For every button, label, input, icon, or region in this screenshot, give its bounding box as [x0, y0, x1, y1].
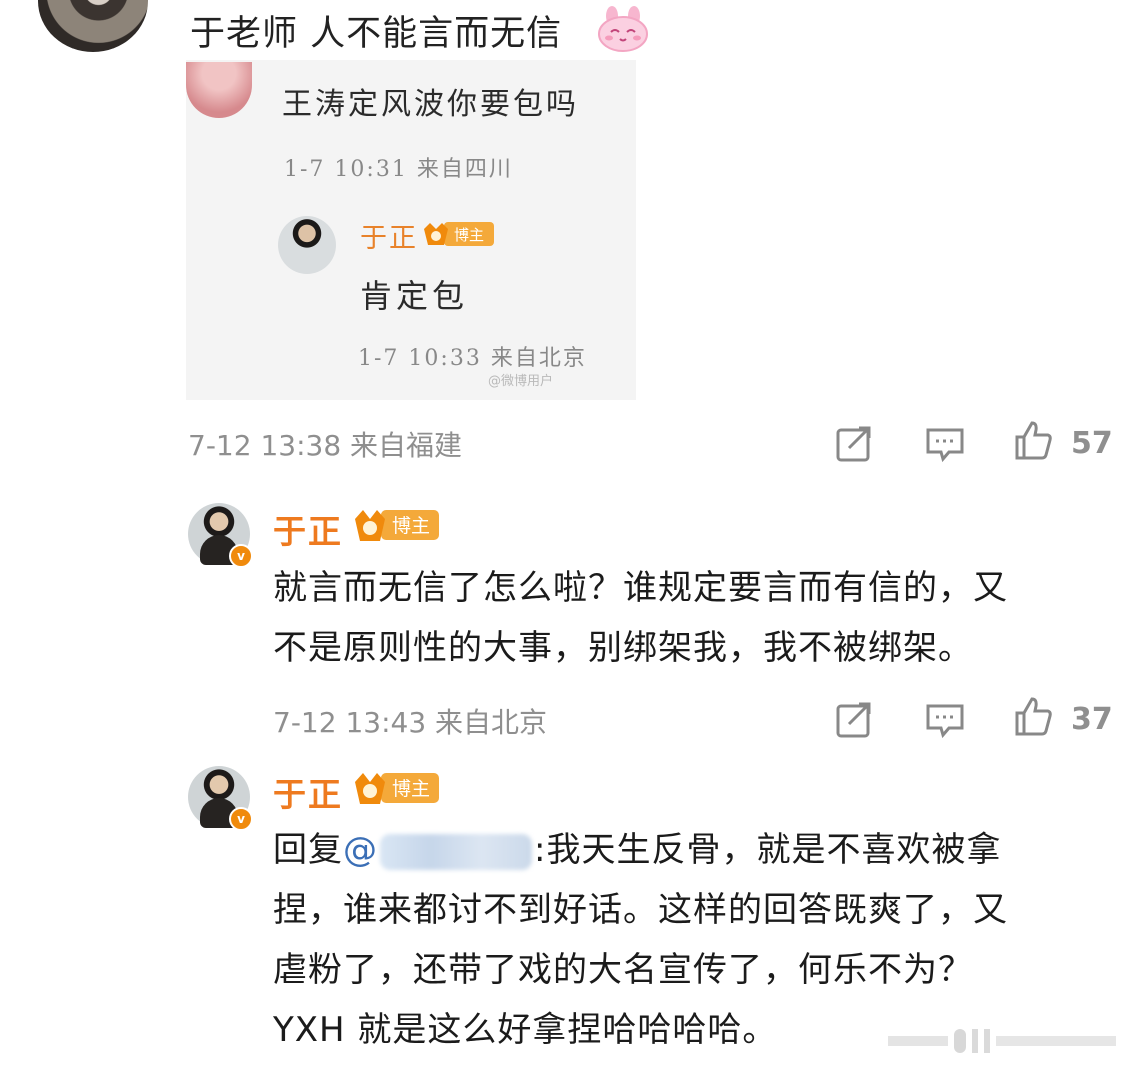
reply-text: 回复@:我天生反骨，就是不喜欢被拿 捏，谁来都讨不到好话。这样的回答既爽了，又 …: [273, 820, 1123, 1060]
blogger-badge-icon: 博主: [424, 222, 494, 246]
blogger-badge-icon: 博主: [355, 773, 439, 804]
reply-line: 虐粉了，还带了戏的大名宣传了，何乐不为？: [273, 950, 973, 990]
embedded-watermark: @微博用户: [488, 374, 554, 389]
like-icon[interactable]: [1013, 696, 1053, 736]
watermark-icon: [888, 1029, 1116, 1053]
embedded-reply-name: 于正: [360, 223, 418, 254]
reply-line: 不是原则性的大事，别绑架我，我不被绑架。: [273, 628, 973, 668]
share-icon[interactable]: [835, 700, 875, 740]
like-icon[interactable]: [1013, 420, 1053, 460]
mention-link[interactable]: @: [343, 830, 378, 870]
embedded-reply-avatar: [278, 216, 336, 274]
reply-avatar[interactable]: v: [188, 766, 253, 831]
verified-icon: v: [229, 544, 253, 568]
reply-timestamp: 7-12 13:43 来自北京: [273, 706, 548, 739]
reply-prefix: 回复: [273, 830, 343, 870]
reply-text: 就言而无信了怎么啦？谁规定要言而有信的，又 不是原则性的大事，别绑架我，我不被绑…: [273, 558, 1123, 678]
reply-avatar[interactable]: v: [188, 503, 253, 568]
embedded-badge-label: 博主: [454, 226, 484, 244]
reply-line-rest: :我天生反骨，就是不喜欢被拿: [534, 830, 1002, 870]
blogger-badge-icon: 博主: [355, 510, 439, 541]
reply-line: 捏，谁来都讨不到好话。这样的回答既爽了，又: [273, 890, 1008, 930]
comment-icon[interactable]: [925, 700, 965, 740]
like-count: 57: [1071, 426, 1113, 461]
embedded-reply-text: 肯定包: [360, 277, 469, 315]
reply-line: 就言而无信了怎么啦？谁规定要言而有信的，又: [273, 568, 1008, 608]
comment-timestamp: 7-12 13:38 来自福建: [188, 429, 463, 462]
watermark-area: [888, 1026, 1120, 1056]
embedded-question-meta: 1-7 10:31 来自四川: [284, 157, 513, 182]
embedded-question: 王涛定风波你要包吗: [282, 87, 579, 122]
share-icon[interactable]: [835, 424, 875, 464]
reply-author-name[interactable]: 于正: [273, 768, 343, 816]
blurred-username: [380, 833, 532, 870]
comment-icon[interactable]: [925, 424, 965, 464]
like-count: 37: [1071, 702, 1113, 737]
reply2-badge-label: 博主: [392, 778, 430, 800]
embedded-reply-meta: 1-7 10:33 来自北京: [358, 346, 587, 371]
bunny-face-icon: [598, 6, 648, 52]
verified-icon: v: [229, 807, 253, 831]
commenter-avatar[interactable]: [38, 0, 148, 52]
reply-line: 回复@ :我天生反骨，就是不喜欢被拿: [273, 820, 1123, 880]
reply-author-name[interactable]: 于正: [273, 505, 343, 553]
reply1-badge-label: 博主: [392, 515, 430, 537]
top-comment-text: 于老师 人不能言而无信: [190, 14, 563, 54]
